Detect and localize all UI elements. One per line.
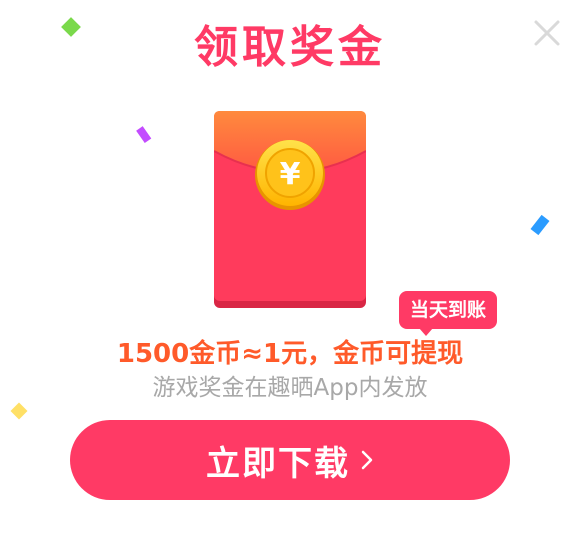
reward-note-text: 游戏奖金在趣晒App内发放 — [152, 375, 428, 401]
same-day-badge: 当天到账 — [399, 291, 497, 336]
close-icon[interactable] — [532, 18, 562, 48]
confetti-yellow-shape — [10, 402, 28, 420]
reward-exchange-text: 1500金币≈1元，金币可提现 — [116, 339, 464, 369]
download-now-button[interactable]: 立即下载 — [70, 420, 510, 500]
confetti-purple — [136, 126, 152, 144]
confetti-blue-shape — [530, 214, 550, 236]
chevron-right-stroke — [361, 450, 373, 470]
confetti-purple-shape — [136, 126, 152, 144]
confetti-blue — [530, 214, 550, 236]
dialog-title: 领取奖金 — [194, 22, 386, 73]
coin-symbol: ¥ — [280, 157, 301, 192]
reward-dialog: 领取奖金 ¥ 当天到账 1500金币≈1元，金币可提现 游戏奖金在趣晒App内发… — [0, 0, 580, 540]
download-button-label: 立即下载 — [206, 443, 350, 484]
chevron-right-icon — [361, 450, 373, 470]
red-envelope-image: ¥ — [214, 111, 366, 308]
